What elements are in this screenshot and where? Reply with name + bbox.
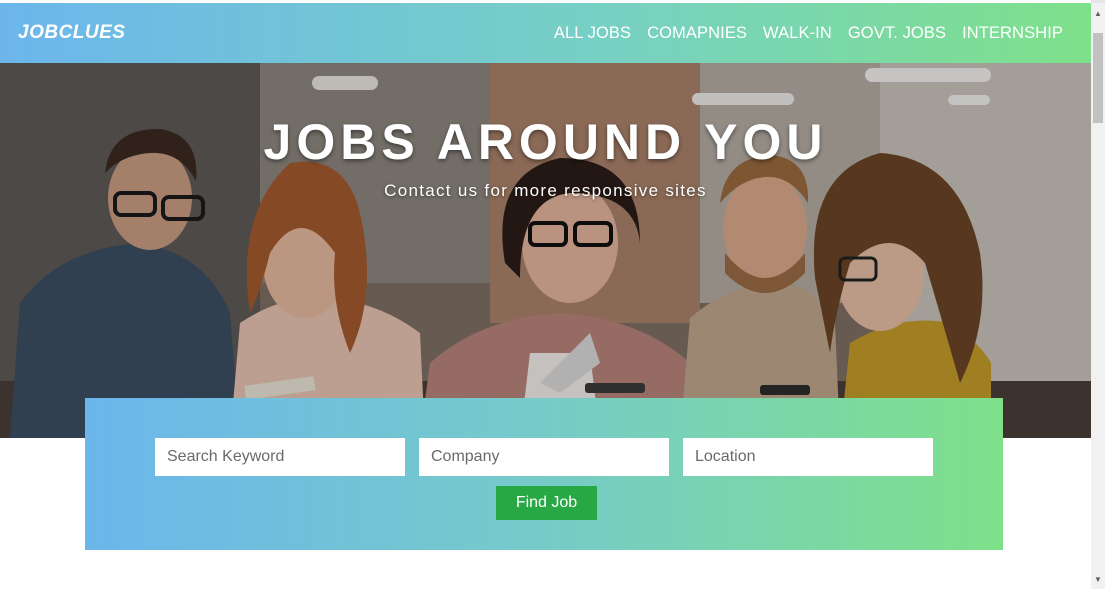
nav-links: ALL JOBS COMAPNIES WALK-IN GOVT. JOBS IN… (554, 24, 1063, 43)
page-scrollbar[interactable]: ▲ ▼ (1091, 3, 1105, 589)
location-input[interactable] (683, 438, 933, 476)
job-search-panel: Find Job (85, 398, 1003, 550)
nav-link-walk-in[interactable]: WALK-IN (763, 24, 832, 43)
hero-title: JOBS AROUND YOU (263, 114, 828, 170)
scroll-thumb[interactable] (1093, 33, 1103, 123)
scroll-up-icon[interactable]: ▲ (1091, 7, 1105, 21)
hero-subtitle: Contact us for more responsive sites (384, 181, 707, 200)
nav-link-internship[interactable]: INTERNSHIP (962, 24, 1063, 43)
hero-banner: JOBS AROUND YOU Contact us for more resp… (0, 63, 1091, 438)
search-keyword-input[interactable] (155, 438, 405, 476)
nav-link-govt-jobs[interactable]: GOVT. JOBS (848, 24, 946, 43)
brand-logo[interactable]: JOBCLUES (18, 22, 125, 44)
navbar: JOBCLUES ALL JOBS COMAPNIES WALK-IN GOVT… (0, 3, 1091, 63)
nav-link-companies[interactable]: COMAPNIES (647, 24, 747, 43)
find-job-button[interactable]: Find Job (496, 486, 597, 520)
nav-link-all-jobs[interactable]: ALL JOBS (554, 24, 631, 43)
scroll-down-icon[interactable]: ▼ (1091, 573, 1105, 587)
company-input[interactable] (419, 438, 669, 476)
page: JOBCLUES ALL JOBS COMAPNIES WALK-IN GOVT… (0, 0, 1091, 589)
